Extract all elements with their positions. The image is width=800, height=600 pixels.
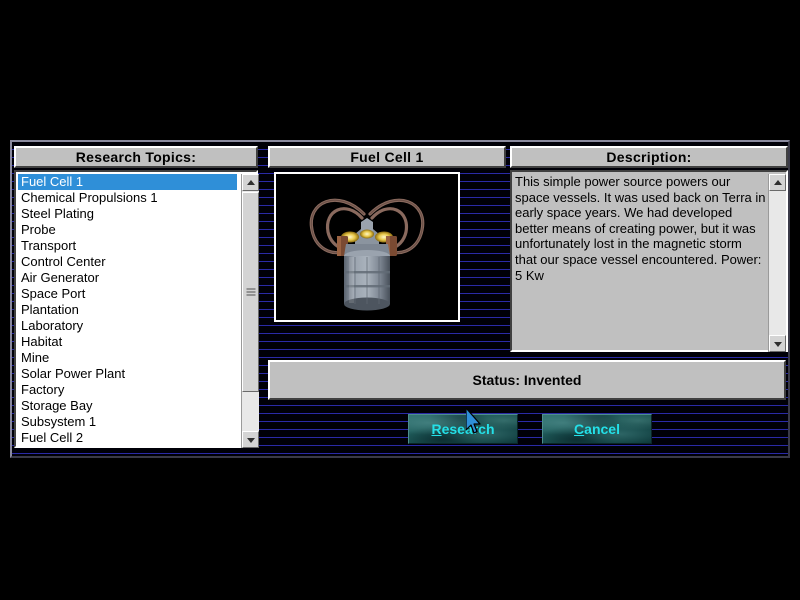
description-scrollbar[interactable]: [768, 174, 786, 352]
research-topics-header: Research Topics:: [14, 146, 258, 168]
topic-list-item[interactable]: Laboratory: [18, 318, 237, 334]
topic-list-item[interactable]: Chemical Propulsions 1: [18, 190, 237, 206]
research-accel-key: R: [431, 421, 442, 437]
research-topics-header-label: Research Topics:: [75, 149, 197, 165]
fuel-cell-illustration: [276, 174, 458, 320]
topics-scroll-down-button[interactable]: [242, 431, 259, 448]
research-button-label: Research: [431, 421, 494, 437]
chevron-up-icon: [246, 179, 255, 185]
topics-scrollbar[interactable]: [241, 174, 259, 448]
cancel-button[interactable]: Cancel: [542, 414, 652, 444]
cancel-label-rest: ancel: [584, 421, 620, 437]
cancel-accel-key: C: [574, 421, 585, 437]
description-header-label: Description:: [606, 149, 692, 165]
topic-list-item[interactable]: Fuel Cell 2: [18, 430, 237, 444]
topic-list-item[interactable]: Control Center: [18, 254, 237, 270]
topic-list-item[interactable]: Habitat: [18, 334, 237, 350]
chevron-down-icon: [773, 341, 782, 347]
topic-list-item[interactable]: Mine: [18, 350, 237, 366]
chevron-down-icon: [246, 437, 255, 443]
description-scroll-up-button[interactable]: [769, 174, 786, 191]
topic-list-item[interactable]: Solar Power Plant: [18, 366, 237, 382]
grip-icon: [246, 288, 255, 296]
description-text: This simple power source powers our spac…: [515, 174, 766, 283]
topic-list-item[interactable]: Probe: [18, 222, 237, 238]
research-label-rest: esearch: [441, 421, 495, 437]
topic-list-item[interactable]: Transport: [18, 238, 237, 254]
item-name-header-label: Fuel Cell 1: [350, 149, 424, 165]
topic-list-item[interactable]: Space Port: [18, 286, 237, 302]
topic-list-item[interactable]: Subsystem 1: [18, 414, 237, 430]
research-topics-listbox[interactable]: Fuel Cell 1 Chemical Propulsions 1 Steel P…: [14, 170, 259, 448]
topic-list-item[interactable]: Steel Plating: [18, 206, 237, 222]
topic-list-item[interactable]: Plantation: [18, 302, 237, 318]
fuel-cell-render-image: [276, 174, 458, 320]
cancel-button-label: Cancel: [574, 421, 620, 437]
game-screen: Research Topics: Fuel Cell 1 Description…: [0, 0, 800, 600]
item-preview-frame: [274, 172, 460, 322]
research-topics-list[interactable]: Fuel Cell 1 Chemical Propulsions 1 Steel P…: [18, 174, 237, 444]
topic-list-item[interactable]: Fuel Cell 1: [18, 174, 237, 190]
chevron-up-icon: [773, 179, 782, 185]
topics-scroll-up-button[interactable]: [242, 174, 259, 191]
description-box: This simple power source powers our spac…: [510, 170, 788, 352]
research-dialog: Research Topics: Fuel Cell 1 Description…: [10, 140, 790, 458]
research-button[interactable]: Research: [408, 414, 518, 444]
description-header: Description:: [510, 146, 788, 168]
topic-list-item[interactable]: Air Generator: [18, 270, 237, 286]
topic-list-item[interactable]: Storage Bay: [18, 398, 237, 414]
description-scroll-down-button[interactable]: [769, 335, 786, 352]
status-bar: Status: Invented: [268, 360, 786, 400]
topics-scrollbar-thumb[interactable]: [242, 192, 259, 392]
topic-list-item[interactable]: Factory: [18, 382, 237, 398]
status-text: Status: Invented: [472, 372, 582, 388]
item-name-header: Fuel Cell 1: [268, 146, 506, 168]
